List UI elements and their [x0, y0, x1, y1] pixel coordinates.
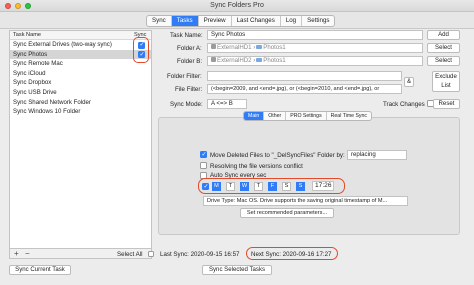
exclude-list-line1: Exclude [435, 73, 457, 80]
select-all-checkbox[interactable] [148, 251, 154, 257]
schedule-checkbox[interactable] [202, 183, 209, 192]
track-changes-label: Track Changes [383, 101, 425, 108]
task-list: Task Name Sync Sync External Drives (two… [9, 30, 152, 249]
tab-log[interactable]: Log [281, 16, 303, 26]
file-filter-field[interactable]: (<begin=2009, and <end=.jpg), or (<begin… [207, 84, 402, 94]
task-row[interactable]: Sync Dropbox [10, 78, 151, 88]
task-label: Sync iCloud [13, 69, 46, 77]
tab-sync[interactable]: Sync [147, 16, 172, 26]
next-sync-status: Next Sync: 2020-09-16 17:27 [251, 251, 332, 258]
task-row[interactable]: Sync Shared Network Folder [10, 98, 151, 108]
exclude-list-line2: List [441, 82, 451, 89]
auto-sync-label: Auto Sync every sec [210, 172, 267, 179]
drive-type-select[interactable]: Drive Type: Mac OS. Drive supports the s… [203, 196, 408, 206]
sync-mode-select[interactable]: A <=> B [207, 99, 247, 109]
task-label: Sync Shared Network Folder [13, 98, 91, 106]
task-label: Sync Windows 10 Folder [13, 108, 81, 116]
toolbar: Sync Tasks Preview Last Changes Log Sett… [0, 12, 474, 29]
task-row[interactable]: Sync Remote Mac [10, 59, 151, 69]
folder-b-path[interactable]: ExternalHD2 › Photos1 [207, 56, 423, 66]
task-row[interactable]: Sync Photos [10, 49, 151, 60]
day-toggle-monday[interactable]: M [212, 182, 221, 191]
sync-current-task-button[interactable]: Sync Current Task [9, 265, 71, 275]
task-label: Sync Photos [13, 50, 48, 58]
day-toggle-wednesday[interactable]: W [240, 182, 249, 191]
main-tabs: Sync Tasks Preview Last Changes Log Sett… [146, 15, 336, 27]
move-deleted-label: Move Deleted Files to "_DelSyncFiles" Fo… [210, 152, 345, 159]
task-row[interactable]: Sync USB Drive [10, 88, 151, 98]
remove-task-button[interactable]: − [25, 249, 30, 258]
subtab-pro-settings[interactable]: PRO Settings [286, 112, 327, 120]
folder-icon [256, 44, 263, 50]
day-toggle-thursday[interactable]: T [254, 182, 263, 191]
folder-a-folder: Photos1 [263, 44, 286, 51]
folder-a-path[interactable]: ExternalHD1 › Photos1 [207, 43, 423, 53]
filter-operator-select[interactable]: & [404, 77, 414, 87]
task-name-label: Task Name: [170, 32, 203, 39]
day-toggle-sunday[interactable]: S [296, 182, 305, 191]
task-label: Sync External Drives (two-way sync) [13, 41, 112, 48]
day-toggle-saturday[interactable]: S [282, 182, 291, 191]
sync-selected-tasks-button[interactable]: Sync Selected Tasks [202, 265, 272, 275]
folder-a-label: Folder A: [177, 45, 202, 52]
subtab-main[interactable]: Main [244, 112, 265, 120]
task-row[interactable]: Sync Windows 10 Folder [10, 107, 151, 117]
auto-sync-checkbox[interactable] [200, 172, 207, 179]
folder-filter-field[interactable] [207, 71, 402, 81]
file-filter-label: File Filter: [175, 86, 203, 93]
select-all-label: Select All [117, 251, 143, 258]
day-toggle-tuesday[interactable]: T [226, 182, 235, 191]
exclude-list-button[interactable]: Exclude List [432, 71, 460, 92]
resolve-conflict-label: Resolving the file versions conflict [210, 163, 303, 170]
task-row[interactable]: Sync iCloud [10, 69, 151, 79]
task-row[interactable]: Sync External Drives (two-way sync) [10, 40, 151, 50]
task-label: Sync Dropbox [13, 79, 52, 87]
tab-last-changes[interactable]: Last Changes [232, 16, 281, 26]
drive-icon [211, 44, 216, 50]
folder-a-drive: ExternalHD1 [217, 44, 252, 51]
task-name-column-header[interactable]: Task Name [13, 32, 41, 38]
tab-settings[interactable]: Settings [302, 16, 334, 26]
select-folder-b-button[interactable]: Select [427, 56, 460, 66]
folder-icon [256, 57, 263, 63]
resolve-conflict-checkbox[interactable] [200, 162, 207, 169]
subtab-real-time-sync[interactable]: Real Time Sync [327, 112, 371, 120]
add-button[interactable]: Add [427, 30, 460, 40]
tab-preview[interactable]: Preview [199, 16, 232, 26]
day-toggle-friday[interactable]: F [268, 182, 277, 191]
sync-mode-label: Sync Mode: [170, 101, 203, 108]
tab-tasks[interactable]: Tasks [171, 16, 199, 26]
reset-button[interactable]: Reset [433, 99, 460, 109]
subtab-other[interactable]: Other [264, 112, 287, 120]
last-sync-status: Last Sync: 2020-09-15 16:57 [160, 251, 240, 258]
task-sync-checkbox[interactable] [138, 51, 145, 60]
select-folder-a-button[interactable]: Select [427, 43, 460, 53]
folder-filter-label: Folder Filter: [167, 73, 202, 80]
window-title: Sync Folders Pro [210, 2, 264, 9]
folder-b-label: Folder B: [177, 58, 203, 65]
move-deleted-checkbox[interactable] [200, 151, 207, 160]
title-bar: Sync Folders Pro [0, 0, 474, 12]
schedule-time-field[interactable]: 17:26 [312, 181, 334, 191]
drive-icon [211, 57, 216, 63]
folder-b-folder: Photos1 [263, 57, 286, 64]
task-sync-checkbox[interactable] [138, 41, 145, 50]
sync-column-header[interactable]: Sync [134, 32, 146, 38]
options-subtabs: Main Other PRO Settings Real Time Sync [243, 111, 372, 121]
folder-b-drive: ExternalHD2 [217, 57, 252, 64]
task-label: Sync Remote Mac [13, 60, 63, 68]
set-recommended-button[interactable]: Set recommended parameters... [240, 208, 334, 218]
task-name-field[interactable]: Sync Photos [207, 30, 423, 40]
task-list-header: Task Name Sync [10, 31, 151, 40]
add-task-button[interactable]: + [14, 249, 19, 258]
move-deleted-mode-select[interactable]: replacing [347, 150, 407, 160]
task-label: Sync USB Drive [13, 88, 57, 96]
